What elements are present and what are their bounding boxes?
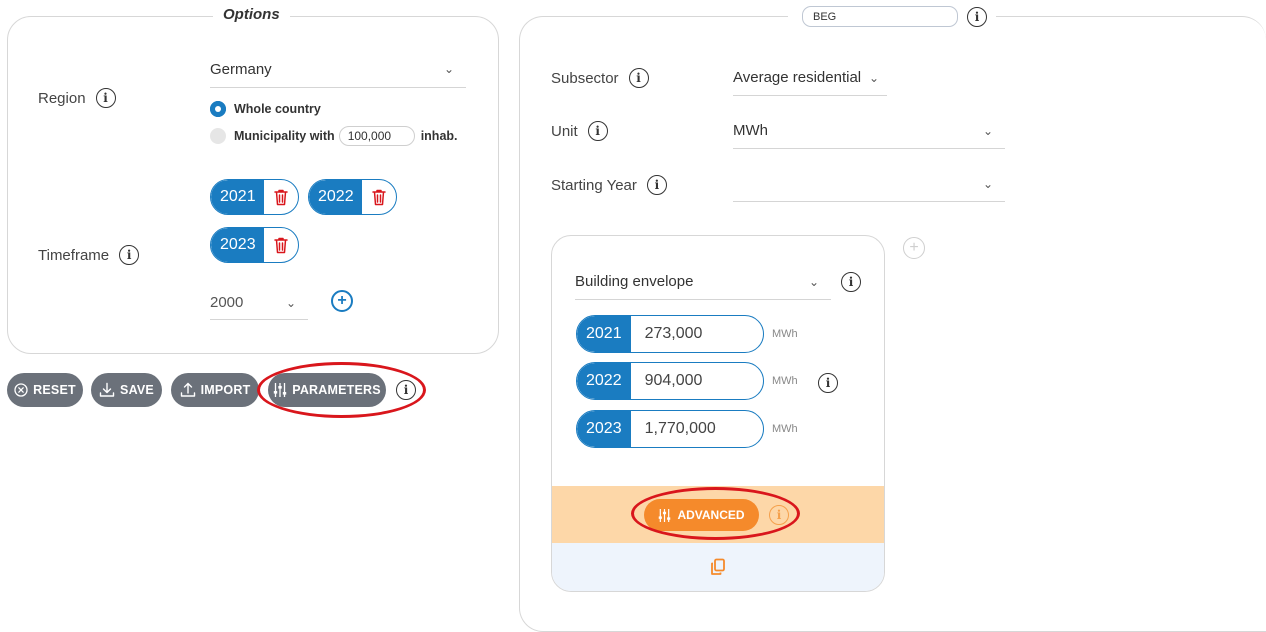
timeframe-label-text: Timeframe: [38, 246, 110, 264]
radio-municipality[interactable]: Municipality with 100,000 inhab.: [210, 126, 458, 146]
chevron-down-icon: ⌄: [443, 62, 454, 76]
value-row-2022: 2022 904,000 MWh: [576, 362, 798, 400]
starting-year-label: Starting Year i: [551, 175, 667, 195]
import-label: IMPORT: [200, 383, 251, 397]
value-unit: MWh: [772, 328, 798, 340]
close-circle-icon: [14, 383, 28, 397]
year-chip-label: 2023: [211, 228, 264, 262]
starting-year-select[interactable]: ⌄: [733, 166, 1005, 202]
chevron-down-icon: ⌄: [285, 295, 296, 310]
save-button[interactable]: SAVE: [91, 373, 162, 407]
value-year: 2023: [577, 411, 631, 447]
region-label: Region i: [38, 88, 116, 108]
radio-selected-icon: [210, 101, 226, 117]
chevron-down-icon: ⌄: [868, 70, 879, 85]
value-number: 904,000: [644, 372, 703, 389]
unit-select-value: MWh: [733, 122, 768, 139]
chevron-down-icon: ⌄: [982, 123, 993, 138]
timeframe-info-icon[interactable]: i: [119, 245, 140, 265]
add-year-select-value: 2000: [210, 294, 244, 311]
reset-label: RESET: [33, 383, 76, 397]
region-info-icon[interactable]: i: [95, 88, 116, 108]
subsector-info-icon[interactable]: i: [628, 68, 649, 88]
radio-unselected-icon: [210, 128, 226, 144]
value-input-2023[interactable]: 2023 1,770,000: [576, 410, 764, 448]
country-select-value: Germany: [210, 60, 272, 78]
save-label: SAVE: [120, 383, 154, 397]
year-chip-2023: 2023: [210, 227, 299, 263]
region-label-text: Region: [38, 89, 86, 107]
value-number: 1,770,000: [644, 420, 716, 437]
timeframe-label: Timeframe i: [38, 245, 140, 265]
value-row-2021: 2021 273,000 MWh: [576, 315, 798, 353]
subsector-name-input[interactable]: BEG: [802, 6, 958, 27]
chevron-down-icon: ⌄: [808, 274, 819, 289]
category-info-icon[interactable]: i: [841, 272, 861, 292]
country-select[interactable]: Germany ⌄: [210, 55, 466, 88]
unit-label: Unit i: [551, 121, 608, 141]
value-input-2022[interactable]: 2022 904,000: [576, 362, 764, 400]
annotation-circle-parameters: [257, 362, 426, 418]
starting-year-label-text: Starting Year: [551, 176, 637, 194]
radio-whole-country[interactable]: Whole country: [210, 101, 321, 117]
subsector-select[interactable]: Average residential ⌄: [733, 60, 887, 96]
trash-icon[interactable]: [264, 180, 298, 214]
value-year: 2022: [577, 363, 631, 399]
radio-muni-suffix: inhab.: [420, 129, 458, 143]
copy-band: [552, 543, 884, 591]
unit-info-icon[interactable]: i: [587, 121, 608, 141]
upload-icon: [180, 382, 195, 397]
municipality-size-input[interactable]: 100,000: [338, 126, 415, 146]
category-select[interactable]: Building envelope ⌄: [575, 264, 831, 300]
subsector-select-value: Average residential: [733, 69, 862, 86]
values-info-icon[interactable]: i: [818, 373, 838, 393]
name-info-icon[interactable]: i: [967, 7, 987, 27]
value-unit: MWh: [772, 375, 798, 387]
trash-icon[interactable]: [362, 180, 396, 214]
value-number: 273,000: [644, 325, 703, 342]
year-chip-2022: 2022: [308, 179, 397, 215]
radio-whole-label: Whole country: [234, 102, 321, 116]
unit-select[interactable]: MWh ⌄: [733, 113, 1005, 149]
unit-label-text: Unit: [551, 122, 578, 140]
trash-icon[interactable]: [264, 228, 298, 262]
import-button[interactable]: IMPORT: [171, 373, 259, 407]
download-icon: [99, 382, 115, 397]
year-chip-label: 2021: [211, 180, 264, 214]
options-title: Options: [213, 6, 290, 23]
add-year-button[interactable]: +: [331, 290, 353, 312]
year-chip-label: 2022: [309, 180, 362, 214]
add-year-select[interactable]: 2000 ⌄: [210, 286, 308, 320]
subsector-label: Subsector i: [551, 68, 649, 88]
copy-icon[interactable]: [710, 558, 726, 576]
subsector-label-text: Subsector: [551, 69, 619, 87]
radio-muni-prefix: Municipality with: [234, 129, 335, 143]
starting-year-info-icon[interactable]: i: [646, 175, 667, 195]
value-unit: MWh: [772, 423, 798, 435]
reset-button[interactable]: RESET: [7, 373, 83, 407]
year-chip-2021: 2021: [210, 179, 299, 215]
annotation-circle-advanced: [631, 487, 800, 540]
value-year: 2021: [577, 316, 631, 352]
add-category-button[interactable]: +: [903, 237, 925, 259]
category-select-value: Building envelope: [575, 273, 694, 290]
value-row-2023: 2023 1,770,000 MWh: [576, 410, 798, 448]
chevron-down-icon: ⌄: [982, 176, 993, 191]
value-input-2021[interactable]: 2021 273,000: [576, 315, 764, 353]
